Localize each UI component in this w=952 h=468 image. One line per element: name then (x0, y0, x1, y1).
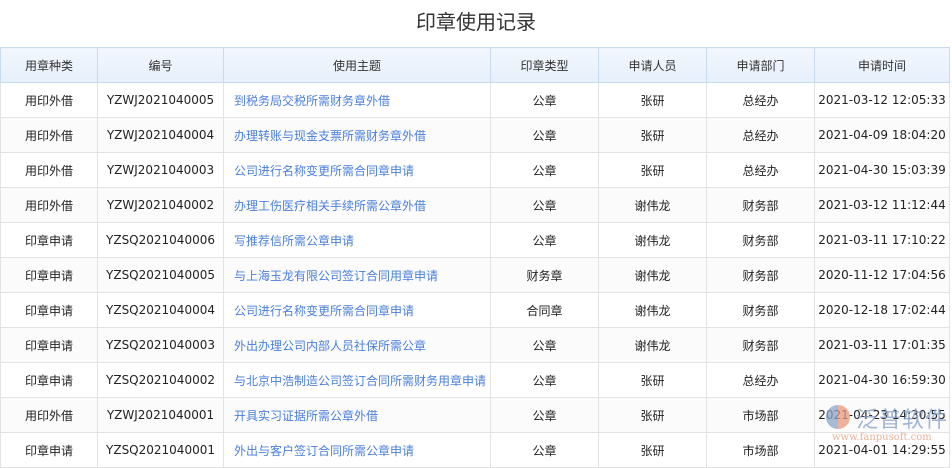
table-row[interactable]: 印章申请 YZSQ2021040001 外出与客户签订合同所需公章申请 公章 张研 市场部… (0, 432, 950, 468)
cell-seal-category: 印章申请 (0, 257, 98, 293)
table-row[interactable]: 用印外借 YZWJ2021040002 办理工伤医疗相关手续所需公章外借 公章 谢伟龙财… (0, 187, 950, 223)
cell-seal-type: 财务章 (490, 257, 599, 293)
cell-apply-time: 2021-04-23 14:30:55 (814, 397, 950, 433)
cell-serial-number: YZSQ2021040002 (97, 362, 224, 398)
cell-seal-category: 用印外借 (0, 397, 98, 433)
cell-applicant: 张研 (598, 397, 707, 433)
cell-seal-category: 用印外借 (0, 152, 98, 188)
cell-seal-type: 公章 (490, 187, 599, 223)
cell-applicant: 谢伟龙 (598, 327, 707, 363)
cell-serial-number: YZWJ2021040002 (97, 187, 224, 223)
column-header-department[interactable]: 申请部门 (706, 47, 815, 83)
cell-usage-subject[interactable]: 公司进行名称变更所需合同章申请 (223, 152, 491, 188)
column-header-seal-category[interactable]: 用章种类 (0, 47, 98, 83)
cell-seal-category: 印章申请 (0, 327, 98, 363)
cell-applicant: 谢伟龙 (598, 292, 707, 328)
cell-seal-type: 公章 (490, 117, 599, 153)
cell-seal-type: 公章 (490, 152, 599, 188)
cell-usage-subject[interactable]: 外出办理公司内部人员社保所需公章 (223, 327, 491, 363)
cell-apply-time: 2021-04-30 16:59:30 (814, 362, 950, 398)
cell-seal-category: 用印外借 (0, 82, 98, 118)
table-row[interactable]: 印章申请 YZSQ2021040004 公司进行名称变更所需合同章申请 合同章 谢伟龙财… (0, 292, 950, 328)
cell-serial-number: YZWJ2021040001 (97, 397, 224, 433)
cell-department: 财务部 (706, 222, 815, 258)
column-header-seal-type[interactable]: 印章类型 (490, 47, 599, 83)
cell-applicant: 张研 (598, 152, 707, 188)
cell-apply-time: 2021-03-12 12:05:33 (814, 82, 950, 118)
cell-apply-time: 2021-03-12 11:12:44 (814, 187, 950, 223)
cell-seal-type: 公章 (490, 222, 599, 258)
cell-department: 财务部 (706, 257, 815, 293)
cell-applicant: 张研 (598, 117, 707, 153)
cell-department: 财务部 (706, 187, 815, 223)
cell-applicant: 张研 (598, 432, 707, 468)
cell-seal-type: 公章 (490, 327, 599, 363)
table-row[interactable]: 用印外借 YZWJ2021040003 公司进行名称变更所需合同章申请 公章 张研 总经办… (0, 152, 950, 188)
cell-usage-subject[interactable]: 办理转账与现金支票所需财务章外借 (223, 117, 491, 153)
cell-department: 总经办 (706, 117, 815, 153)
cell-seal-category: 印章申请 (0, 222, 98, 258)
cell-apply-time: 2021-03-11 17:10:22 (814, 222, 950, 258)
cell-apply-time: 2021-03-11 17:01:35 (814, 327, 950, 363)
table-row[interactable]: 印章申请 YZSQ2021040005 与上海玉龙有限公司签订合同用章申请 财务章 谢伟… (0, 257, 950, 293)
cell-applicant: 谢伟龙 (598, 257, 707, 293)
cell-seal-category: 印章申请 (0, 362, 98, 398)
cell-department: 市场部 (706, 397, 815, 433)
table-row[interactable]: 印章申请 YZSQ2021040002 与北京中浩制造公司签订合同所需财务用章申请公… (0, 362, 950, 398)
column-header-serial-number[interactable]: 编号 (97, 47, 224, 83)
cell-applicant: 张研 (598, 82, 707, 118)
column-header-usage-subject[interactable]: 使用主题 (223, 47, 491, 83)
cell-seal-type: 公章 (490, 82, 599, 118)
column-header-applicant[interactable]: 申请人员 (598, 47, 707, 83)
cell-usage-subject[interactable]: 写推荐信所需公章申请 (223, 222, 491, 258)
cell-serial-number: YZSQ2021040006 (97, 222, 224, 258)
cell-serial-number: YZSQ2021040005 (97, 257, 224, 293)
cell-usage-subject[interactable]: 与北京中浩制造公司签订合同所需财务用章申请 (223, 362, 491, 398)
table-row[interactable]: 印章申请 YZSQ2021040006 写推荐信所需公章申请 公章 谢伟龙 财务部 2021… (0, 222, 950, 258)
cell-department: 总经办 (706, 152, 815, 188)
table-row[interactable]: 用印外借 YZWJ2021040001 开具实习证据所需公章外借 公章 张研 市场部 202… (0, 397, 950, 433)
cell-seal-category: 印章申请 (0, 432, 98, 468)
cell-apply-time: 2021-04-01 14:29:55 (814, 432, 950, 468)
cell-usage-subject[interactable]: 办理工伤医疗相关手续所需公章外借 (223, 187, 491, 223)
cell-serial-number: YZWJ2021040004 (97, 117, 224, 153)
cell-applicant: 谢伟龙 (598, 222, 707, 258)
cell-seal-category: 用印外借 (0, 117, 98, 153)
cell-apply-time: 2020-11-12 17:04:56 (814, 257, 950, 293)
cell-usage-subject[interactable]: 与上海玉龙有限公司签订合同用章申请 (223, 257, 491, 293)
cell-department: 财务部 (706, 292, 815, 328)
cell-serial-number: YZSQ2021040003 (97, 327, 224, 363)
cell-seal-type: 公章 (490, 397, 599, 433)
cell-apply-time: 2021-04-09 18:04:20 (814, 117, 950, 153)
table-row[interactable]: 印章申请 YZSQ2021040003 外出办理公司内部人员社保所需公章 公章 谢伟龙财… (0, 327, 950, 363)
cell-usage-subject[interactable]: 公司进行名称变更所需合同章申请 (223, 292, 491, 328)
seal-usage-table: 用章种类 编号 使用主题 印章类型 申请人员 申请部门 申请时间 用印外借 YZWJ20210… (0, 47, 950, 468)
cell-department: 总经办 (706, 82, 815, 118)
table-row[interactable]: 用印外借 YZWJ2021040004 办理转账与现金支票所需财务章外借 公章 张研 总经… (0, 117, 950, 153)
cell-department: 市场部 (706, 432, 815, 468)
cell-usage-subject[interactable]: 开具实习证据所需公章外借 (223, 397, 491, 433)
cell-serial-number: YZSQ2021040001 (97, 432, 224, 468)
column-header-apply-time[interactable]: 申请时间 (814, 47, 950, 83)
cell-department: 总经办 (706, 362, 815, 398)
cell-apply-time: 2020-12-18 17:02:44 (814, 292, 950, 328)
cell-seal-type: 公章 (490, 432, 599, 468)
cell-seal-category: 用印外借 (0, 187, 98, 223)
cell-usage-subject[interactable]: 到税务局交税所需财务章外借 (223, 82, 491, 118)
page-title: 印章使用记录 (416, 10, 536, 34)
cell-applicant: 张研 (598, 362, 707, 398)
cell-applicant: 谢伟龙 (598, 187, 707, 223)
cell-seal-category: 印章申请 (0, 292, 98, 328)
cell-department: 财务部 (706, 327, 815, 363)
cell-apply-time: 2021-04-30 15:03:39 (814, 152, 950, 188)
cell-serial-number: YZSQ2021040004 (97, 292, 224, 328)
cell-serial-number: YZWJ2021040005 (97, 82, 224, 118)
cell-usage-subject[interactable]: 外出与客户签订合同所需公章申请 (223, 432, 491, 468)
cell-serial-number: YZWJ2021040003 (97, 152, 224, 188)
cell-seal-type: 公章 (490, 362, 599, 398)
table-row[interactable]: 用印外借 YZWJ2021040005 到税务局交税所需财务章外借 公章 张研 总经办 20… (0, 82, 950, 118)
cell-seal-type: 合同章 (490, 292, 599, 328)
